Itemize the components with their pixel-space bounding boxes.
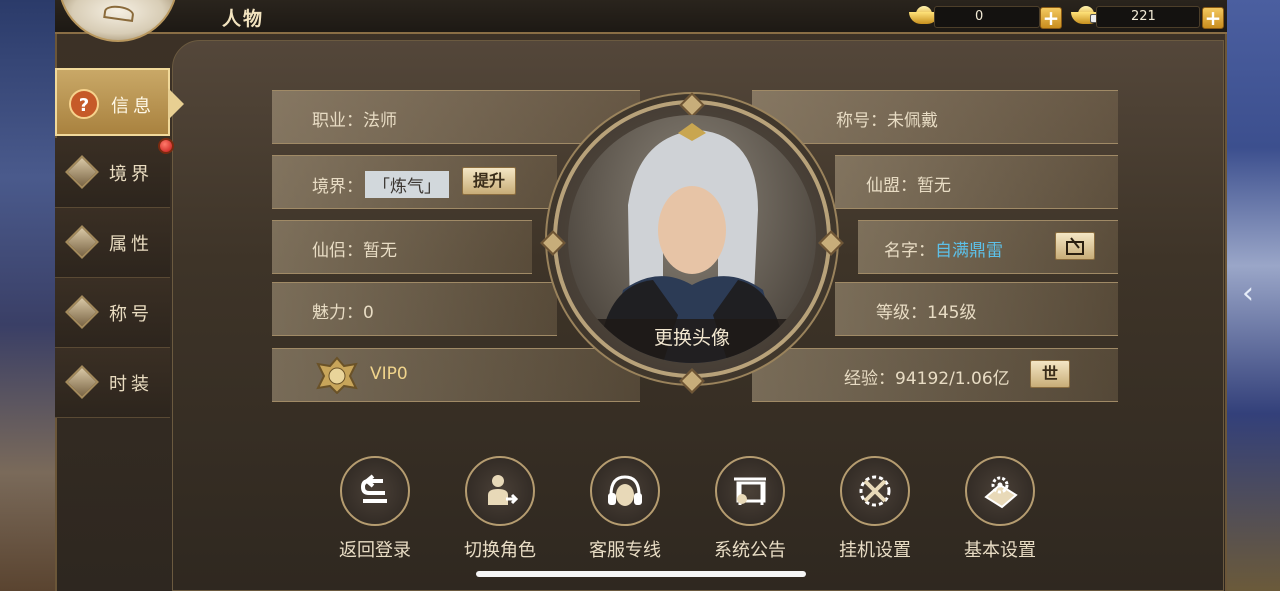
world-share-button[interactable]: 世	[1030, 360, 1070, 388]
vip-level: VIP0	[370, 364, 408, 384]
gold-value: 0	[975, 9, 984, 24]
announcement-icon	[734, 477, 766, 505]
tab-info[interactable]: ? 信息	[55, 68, 184, 136]
realm-icon	[65, 155, 99, 189]
return-login-label: 返回登录	[339, 540, 411, 561]
return-login-icon	[360, 474, 387, 503]
tab-realm-label: 境界	[109, 164, 153, 185]
switch-character-label: 切换角色	[464, 540, 536, 561]
customer-service-button[interactable]: 客服专线	[585, 456, 665, 562]
home-indicator[interactable]	[476, 571, 806, 577]
page-title: 人物	[222, 8, 265, 30]
costume-icon	[65, 365, 99, 399]
tab-attribute-label: 属性	[109, 234, 153, 255]
chevron-left-icon[interactable]: ‹	[1242, 276, 1276, 316]
partner-row	[272, 220, 532, 274]
character-portrait[interactable]: 更换头像	[568, 115, 816, 363]
switch-character-button[interactable]: 切换角色	[460, 456, 540, 562]
switch-character-icon	[488, 475, 519, 505]
basic-settings-label: 基本设置	[964, 540, 1036, 561]
settings-icon	[984, 476, 1018, 509]
question-icon: ?	[69, 89, 99, 119]
gold-counter: 0	[934, 6, 1040, 28]
auto-battle-icon	[859, 475, 891, 507]
customer-service-label: 客服专线	[589, 540, 661, 561]
name-prefix: 名字：	[884, 241, 935, 261]
action-bar: 返回登录 切换角色 客服专线 系统公告 挂机设置 基本设置	[335, 456, 1055, 561]
tab-info-label: 信息	[111, 96, 155, 117]
tab-realm[interactable]: 境界	[55, 138, 170, 208]
add-bound-gold-button[interactable]: +	[1202, 7, 1224, 29]
announcement-button[interactable]: 系统公告	[710, 456, 790, 562]
vip-badge-icon	[314, 356, 360, 395]
return-login-button[interactable]: 返回登录	[335, 456, 415, 562]
tab-title[interactable]: 称号	[55, 278, 170, 348]
tab-costume[interactable]: 时装	[55, 348, 170, 418]
realm-value: 「炼气」	[365, 171, 449, 198]
bound-gold-value: 221	[1131, 9, 1156, 24]
tab-attribute[interactable]: 属性	[55, 208, 170, 278]
rename-button[interactable]	[1055, 232, 1095, 260]
title-icon	[65, 295, 99, 329]
tab-title-label: 称号	[109, 304, 153, 325]
headset-icon	[608, 475, 642, 506]
realm-prefix: 境界：	[312, 177, 363, 197]
partner-text: 仙侣：暂无	[312, 241, 397, 261]
sidebar-tabs: ? 信息 境界 属性 称号 时装	[55, 68, 184, 418]
realm-text: 境界： 「炼气」	[312, 171, 449, 198]
announcement-label: 系统公告	[714, 540, 786, 561]
basic-settings-button[interactable]: 基本设置	[960, 456, 1040, 562]
background-left	[0, 0, 60, 591]
auto-battle-settings-button[interactable]: 挂机设置	[835, 456, 915, 562]
level-text: 等级：145级	[876, 303, 977, 323]
exp-text: 经验：94192/1.06亿	[844, 369, 1010, 389]
auto-battle-settings-label: 挂机设置	[839, 540, 911, 561]
name-text: 名字：自满鼎雷	[884, 236, 1003, 261]
add-gold-button[interactable]: +	[1040, 7, 1062, 29]
realm-upgrade-button[interactable]: 提升	[462, 167, 516, 195]
title-text: 称号：未佩戴	[836, 111, 938, 131]
tab-costume-label: 时装	[109, 374, 153, 395]
active-tab-pointer-icon	[168, 88, 184, 120]
bound-gold-counter: 221	[1096, 6, 1200, 28]
change-avatar-button[interactable]: 更换头像	[568, 319, 816, 363]
notification-dot-icon	[158, 138, 174, 154]
charm-text: 魅力：0	[312, 303, 374, 323]
emblem-mark-icon	[103, 3, 135, 23]
alliance-text: 仙盟：暂无	[866, 176, 951, 196]
attribute-icon	[65, 225, 99, 259]
name-value: 自满鼎雷	[935, 241, 1003, 261]
rename-icon	[1066, 237, 1084, 255]
profession-text: 职业：法师	[312, 111, 397, 131]
